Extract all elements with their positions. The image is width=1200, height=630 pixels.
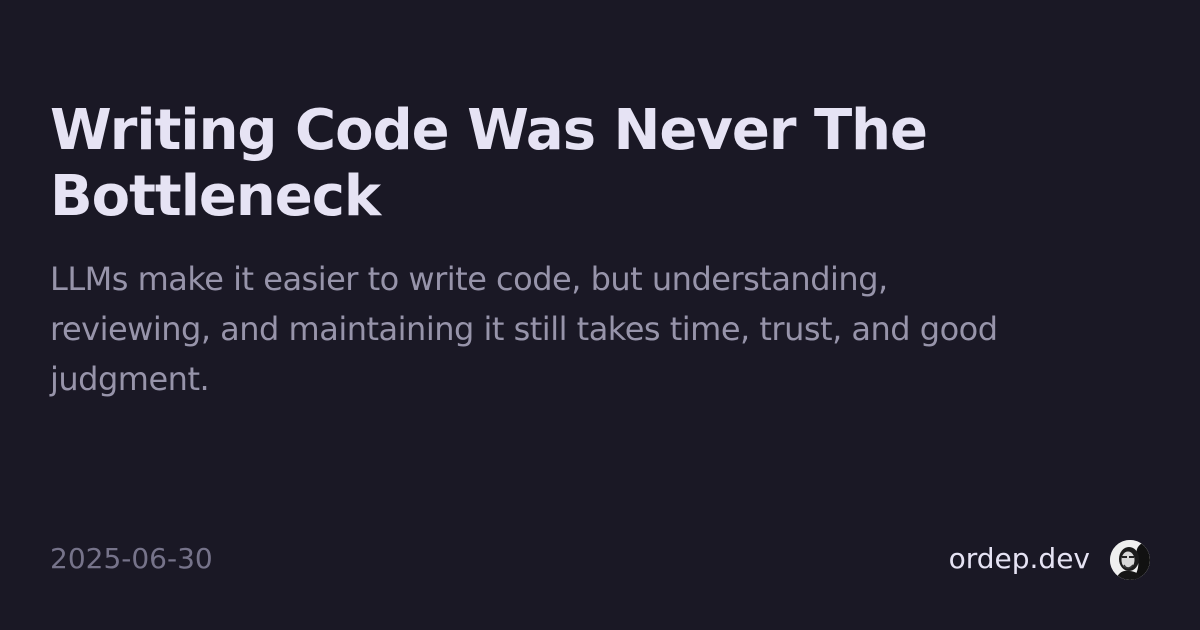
avatar-portrait-icon [1110, 540, 1150, 580]
og-card: Writing Code Was Never The Bottleneck LL… [0, 0, 1200, 630]
site-name: ordep.dev [948, 542, 1090, 575]
post-description: LLMs make it easier to write code, but u… [50, 260, 998, 398]
post-title: Writing Code Was Never The Bottleneck [50, 98, 928, 229]
author-avatar [1110, 540, 1150, 580]
post-date: 2025-06-30 [50, 542, 213, 575]
